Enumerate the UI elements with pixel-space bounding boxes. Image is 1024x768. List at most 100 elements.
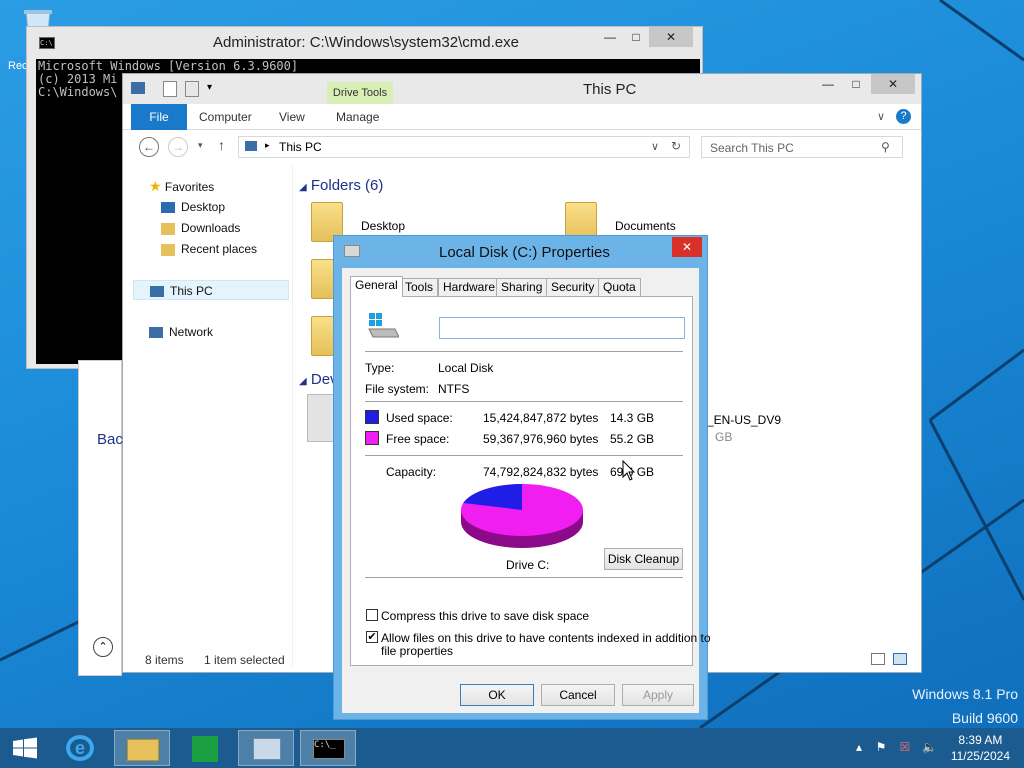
folder-desktop-label[interactable]: Desktop xyxy=(361,219,405,233)
devices-header[interactable]: ◢ Dev xyxy=(299,371,338,388)
capacity-bytes: 74,792,824,832 bytes xyxy=(483,465,599,479)
nav-recent-places[interactable]: Recent places xyxy=(161,239,257,259)
maximize-button[interactable]: □ xyxy=(623,27,649,47)
separator xyxy=(365,351,683,352)
quick-access-chevron-icon[interactable]: ▾ xyxy=(207,82,212,93)
tab-view[interactable]: View xyxy=(279,110,305,124)
collapse-icon: ◢ xyxy=(299,376,307,387)
explorer-title: This PC xyxy=(583,81,637,98)
computer-icon xyxy=(245,141,257,151)
dialog-body: General Tools Hardware Sharing Security … xyxy=(342,268,711,713)
address-text: This PC xyxy=(279,140,322,154)
dvd-size: GB xyxy=(715,430,733,444)
details-view-icon[interactable] xyxy=(871,653,885,665)
large-icons-view-icon[interactable] xyxy=(893,653,907,665)
tab-hardware[interactable]: Hardware xyxy=(438,278,501,296)
close-button[interactable]: ✕ xyxy=(672,237,702,257)
nav-downloads[interactable]: Downloads xyxy=(161,218,240,238)
nav-this-pc[interactable]: This PC xyxy=(133,280,289,300)
drive-name-input[interactable] xyxy=(439,317,685,339)
tab-sharing[interactable]: Sharing xyxy=(496,278,548,296)
recent-places-icon xyxy=(161,243,175,256)
properties-icon[interactable] xyxy=(163,81,177,97)
taskbar-computer-management[interactable] xyxy=(238,730,294,766)
help-icon[interactable]: ? xyxy=(896,109,911,124)
system-clock[interactable]: 8:39 AM 11/25/2024 xyxy=(951,732,1010,764)
filesystem-label: File system: xyxy=(365,382,430,396)
separator xyxy=(365,577,683,578)
show-hidden-icons-icon[interactable]: ▴ xyxy=(852,740,866,754)
dvd-label[interactable]: _EN-US_DV9 xyxy=(707,413,781,427)
tab-general[interactable]: General xyxy=(350,276,403,297)
watermark-build: Build 9600 xyxy=(951,710,1018,726)
pane-divider xyxy=(292,166,293,666)
tab-quota[interactable]: Quota xyxy=(598,278,641,296)
network-error-icon[interactable]: ☒ xyxy=(898,740,912,754)
volume-muted-icon[interactable]: 🔈 xyxy=(922,740,937,754)
index-checkbox[interactable]: ✔ xyxy=(366,631,378,643)
refresh-icon[interactable]: ↻ xyxy=(671,139,681,153)
taskbar-file-explorer[interactable] xyxy=(114,730,170,766)
nav-recent-label: Recent places xyxy=(181,242,258,256)
search-icon[interactable]: ⚲ xyxy=(881,140,890,154)
tab-manage[interactable]: Manage xyxy=(336,110,379,124)
used-space-swatch xyxy=(365,410,379,424)
collapse-up-icon[interactable]: ⌃ xyxy=(93,637,113,657)
forward-icon[interactable]: → xyxy=(168,137,188,157)
folders-header[interactable]: ◢ Folders (6) xyxy=(299,177,383,194)
minimize-button[interactable]: — xyxy=(815,74,841,94)
address-dropdown-icon[interactable]: ∨ xyxy=(651,140,659,153)
properties-dialog[interactable]: Local Disk (C:) Properties ✕ General Too… xyxy=(333,235,711,720)
search-input[interactable]: Search This PC xyxy=(701,136,903,158)
recent-locations-icon[interactable]: ▾ xyxy=(198,140,203,151)
minimize-button[interactable]: — xyxy=(597,27,623,47)
ok-button[interactable]: OK xyxy=(460,684,534,706)
background-window-label: Bac xyxy=(97,431,123,448)
disk-cleanup-button[interactable]: Disk Cleanup xyxy=(604,548,683,570)
compress-checkbox[interactable] xyxy=(366,609,378,621)
nav-network[interactable]: Network xyxy=(149,322,213,342)
tab-file[interactable]: File xyxy=(131,104,187,130)
tab-computer[interactable]: Computer xyxy=(199,110,252,124)
network-icon xyxy=(149,327,163,339)
taskbar: e C:\_ ▴ ⚑ ☒ 🔈 8:39 AM 11/25/2024 xyxy=(0,728,1024,768)
type-value: Local Disk xyxy=(438,361,494,375)
disk-usage-pie xyxy=(461,484,583,548)
explorer-titlebar[interactable]: ▾ Drive Tools This PC — □ ✕ xyxy=(123,74,921,104)
close-button[interactable]: ✕ xyxy=(649,27,693,47)
ribbon-expand-chevron-icon[interactable]: ∨ xyxy=(877,110,885,123)
nav-desktop[interactable]: Desktop xyxy=(161,197,225,217)
nav-favorites-label: Favorites xyxy=(164,180,215,194)
cancel-button[interactable]: Cancel xyxy=(541,684,615,706)
taskbar-internet-explorer[interactable]: e xyxy=(52,730,108,766)
index-label-line2[interactable]: file properties xyxy=(381,644,453,658)
internet-explorer-icon: e xyxy=(66,735,94,761)
separator xyxy=(365,455,683,456)
address-row: ← → ▾ ↑ ▸ This PC ∨ ↻ Search This PC ⚲ xyxy=(123,132,921,162)
maximize-button[interactable]: □ xyxy=(843,74,869,94)
index-label-line1[interactable]: Allow files on this drive to have conten… xyxy=(381,631,711,645)
drive-icon xyxy=(367,313,400,341)
taskbar-store[interactable] xyxy=(176,730,232,766)
up-icon[interactable]: ↑ xyxy=(218,137,225,153)
free-space-gb: 55.2 GB xyxy=(610,432,655,446)
new-folder-icon[interactable] xyxy=(185,81,199,97)
breadcrumb-chevron-icon: ▸ xyxy=(265,140,270,150)
clock-time: 8:39 AM xyxy=(958,733,1003,747)
back-icon[interactable]: ← xyxy=(139,137,159,157)
separator xyxy=(365,401,683,402)
computer-icon xyxy=(131,82,145,94)
ribbon-tabs: File Computer View Manage ∨ ? xyxy=(123,104,921,130)
background-window[interactable]: Bac ⌃ xyxy=(78,360,123,676)
apply-button[interactable]: Apply xyxy=(622,684,694,706)
tab-security[interactable]: Security xyxy=(546,278,600,296)
address-bar[interactable]: ▸ This PC ∨ ↻ xyxy=(238,136,690,158)
compress-label[interactable]: Compress this drive to save disk space xyxy=(381,609,589,623)
start-button[interactable] xyxy=(0,730,50,766)
close-button[interactable]: ✕ xyxy=(871,74,915,94)
nav-favorites[interactable]: ★ Favorites xyxy=(149,176,214,196)
action-center-flag-icon[interactable]: ⚑ xyxy=(874,740,888,754)
tab-tools[interactable]: Tools xyxy=(400,278,439,296)
taskbar-cmd[interactable]: C:\_ xyxy=(300,730,356,766)
folder-documents-label[interactable]: Documents xyxy=(615,219,676,233)
